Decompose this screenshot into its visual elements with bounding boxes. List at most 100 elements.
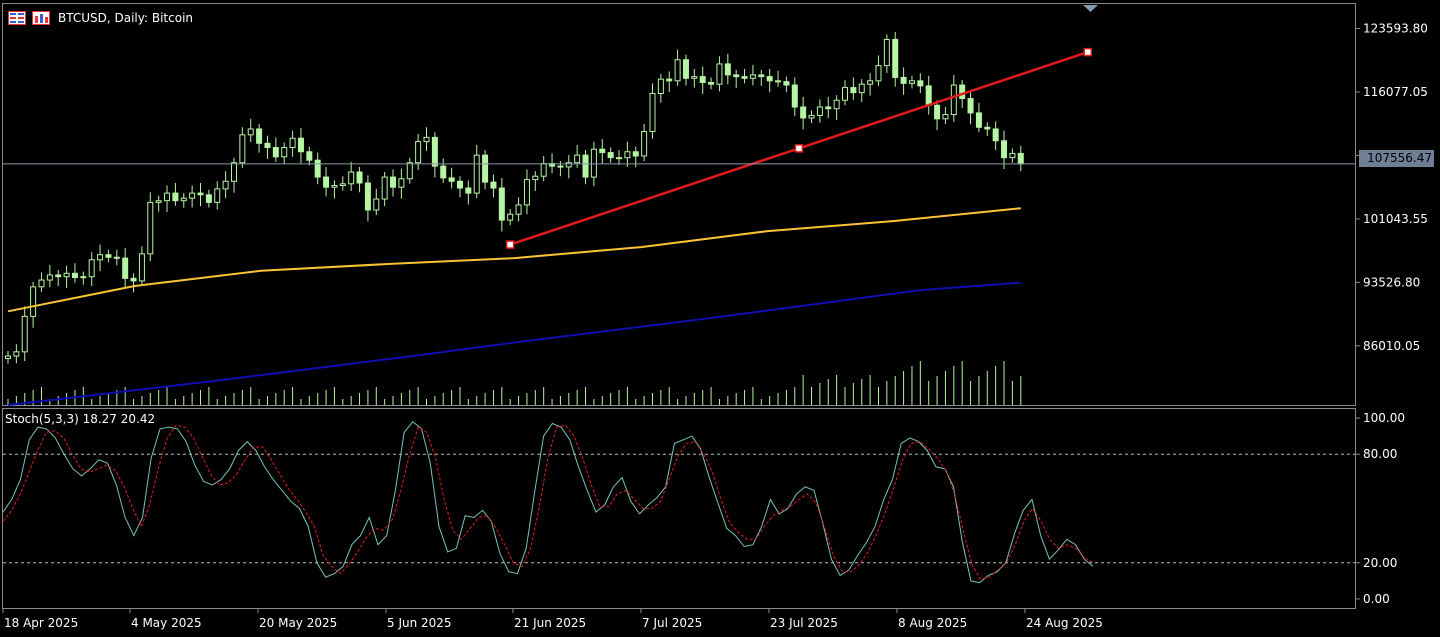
candle-bull — [808, 114, 815, 119]
candle-bull — [950, 84, 957, 116]
candle-bear — [925, 85, 932, 106]
time-tick-label: 23 Jul 2025 — [770, 616, 838, 630]
candle-bear — [708, 82, 715, 85]
candle-bull — [942, 114, 949, 120]
stoch-tick-label: 0.00 — [1363, 592, 1390, 606]
candle-bear — [992, 128, 999, 142]
time-tick-label: 5 Jun 2025 — [387, 616, 452, 630]
candle-bull — [373, 198, 380, 211]
stoch-tick-label: 20.00 — [1363, 556, 1397, 570]
candle-bull — [30, 286, 37, 317]
candle-bear — [71, 272, 78, 279]
candle-bull — [214, 188, 221, 203]
current-price-tag: 107556.47 — [1359, 150, 1434, 167]
trendline-handle — [1083, 47, 1092, 57]
candle-bull — [88, 259, 95, 278]
candle-bull — [875, 65, 882, 82]
candle-bear — [934, 104, 941, 120]
stoch-pane-frame — [2, 408, 1356, 609]
candle-bull — [816, 106, 823, 116]
candle-bear — [440, 165, 447, 179]
chart-title: BTCUSD, Daily: Bitcoin — [58, 11, 194, 25]
candle-bull — [716, 63, 723, 85]
candle-bear — [465, 187, 472, 194]
candle-bear — [758, 74, 765, 78]
candle-bull — [532, 175, 539, 181]
candle-bull — [590, 148, 597, 178]
candle-bull — [624, 151, 631, 159]
candle-bull — [13, 351, 20, 357]
candle-bear — [984, 126, 991, 130]
candle-bull — [180, 197, 187, 202]
candle-bear — [666, 78, 673, 82]
candle-bear — [775, 80, 782, 83]
trendline-handle — [794, 144, 804, 153]
candle-bull — [164, 192, 171, 202]
price-tick-label: 86010.05 — [1363, 339, 1420, 353]
candle-bear — [314, 159, 321, 178]
candle-bull — [5, 355, 11, 360]
candle-bull — [281, 147, 288, 158]
stoch-tick-label: 80.00 — [1363, 447, 1397, 461]
candle-bull — [38, 279, 45, 288]
price-tick-label: 116077.05 — [1363, 85, 1428, 99]
candle-bull — [649, 92, 656, 132]
candle-bull — [657, 78, 664, 94]
candle-bull — [239, 134, 246, 164]
candle-bull — [523, 179, 530, 206]
price-tick-label: 123593.80 — [1363, 22, 1428, 36]
candle-bear — [850, 87, 857, 94]
candle-bull — [21, 315, 28, 353]
time-tick-label: 4 May 2025 — [131, 616, 202, 630]
candle-bull — [749, 74, 756, 79]
candle-bear — [431, 136, 438, 167]
time-tick-label: 21 Jun 2025 — [514, 616, 586, 630]
candle-bear — [297, 137, 304, 153]
candle-bull — [616, 157, 623, 160]
candle-bull — [406, 162, 413, 180]
candle-bear — [724, 63, 731, 76]
candle-bear — [306, 151, 313, 161]
chart-area[interactable]: 123593.80116077.05108560.30101043.559352… — [0, 0, 1440, 637]
candle-bull — [189, 192, 196, 199]
candle-bear — [130, 277, 137, 282]
candle-bear — [1001, 140, 1008, 159]
candle-bear — [456, 180, 463, 189]
time-tick-label: 7 Jul 2025 — [642, 616, 702, 630]
candle-bull — [80, 276, 87, 279]
candle-bear — [323, 176, 330, 188]
candle-bull — [230, 162, 237, 182]
menu-grid-icon[interactable] — [8, 11, 26, 25]
candle-bear — [172, 192, 179, 202]
candle-bear — [197, 192, 204, 196]
candle-bull — [415, 141, 422, 164]
candle-bull — [507, 213, 514, 221]
candle-bull — [842, 87, 848, 101]
time-tick-label: 20 May 2025 — [259, 616, 337, 630]
candle-bull — [398, 178, 405, 188]
stoch-tick-label: 100.00 — [1363, 411, 1405, 425]
candle-bear — [607, 152, 614, 159]
candle-bull — [138, 253, 145, 282]
candle-bear — [390, 176, 397, 188]
candle-bull — [908, 80, 915, 84]
candle-bull — [155, 200, 162, 203]
candle-bear — [959, 84, 966, 100]
candle-bull — [339, 183, 346, 187]
candle-bull — [46, 274, 53, 281]
chart-window-icon[interactable] — [32, 11, 50, 25]
candle-bull — [574, 154, 581, 164]
candle-bear — [733, 74, 740, 78]
candle-bull — [540, 163, 547, 177]
candle-bear — [599, 148, 606, 154]
candle-bull — [883, 38, 890, 67]
price-tick-label: 93526.80 — [1363, 275, 1420, 289]
time-tick-label: 8 Aug 2025 — [898, 616, 967, 630]
candle-bear — [272, 147, 279, 158]
candle-bear — [557, 165, 564, 168]
candle-bull — [641, 130, 648, 157]
candle-bear — [825, 106, 832, 110]
price-tick-label: 101043.55 — [1363, 212, 1428, 226]
candle-bear — [917, 80, 924, 87]
candle-bull — [63, 272, 70, 278]
